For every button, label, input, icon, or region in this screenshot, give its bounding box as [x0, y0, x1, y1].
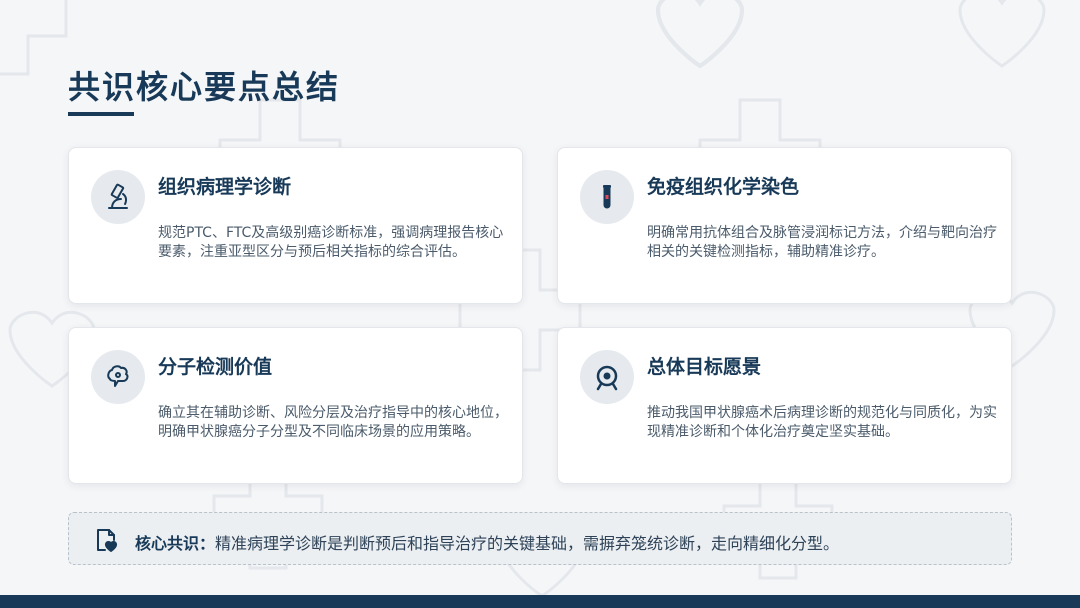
card-overall-goal: 总体目标愿景 推动我国甲状腺癌术后病理诊断的规范化与同质化，为实现精准诊断和个体…	[557, 327, 1012, 484]
microscope-icon	[91, 170, 145, 224]
card-title: 分子检测价值	[158, 356, 273, 378]
document-heart-icon	[93, 527, 119, 557]
card-pathology: 组织病理学诊断 规范PTC、FTC及高级别癌诊断标准，强调病理报告核心要素，注重…	[68, 147, 523, 304]
card-molecular-testing: 分子检测价值 确立其在辅助诊断、风险分层及治疗指导中的核心地位，明确甲状腺癌分子…	[68, 327, 523, 484]
card-title: 免疫组织化学染色	[647, 176, 800, 198]
test-tube-icon	[580, 170, 634, 224]
card-title: 总体目标愿景	[647, 356, 762, 378]
card-description: 明确常用抗体组合及脉管浸润标记方法，介绍与靶向治疗相关的关键检测指标，辅助精准诊…	[647, 225, 997, 260]
card-description: 规范PTC、FTC及高级别癌诊断标准，强调病理报告核心要素，注重亚型区分与预后相…	[158, 225, 504, 260]
summary-label: 核心共识：	[135, 534, 216, 553]
card-title: 组织病理学诊断	[158, 176, 292, 198]
brain-icon	[91, 350, 145, 404]
core-consensus-box: 核心共识：精准病理学诊断是判断预后和指导治疗的关键基础，需摒弃笼统诊断，走向精细…	[68, 512, 1012, 565]
card-description: 推动我国甲状腺癌术后病理诊断的规范化与同质化，为实现精准诊断和个体化治疗奠定坚实…	[647, 405, 997, 440]
card-description: 确立其在辅助诊断、风险分层及治疗指导中的核心地位，明确甲状腺癌分子分型及不同临床…	[158, 405, 508, 440]
footer-bar	[0, 595, 1080, 608]
title-underline	[68, 112, 134, 116]
page-title: 共识核心要点总结	[68, 68, 341, 106]
card-immunohistochemistry: 免疫组织化学染色 明确常用抗体组合及脉管浸润标记方法，介绍与靶向治疗相关的关键检…	[557, 147, 1012, 304]
summary-text: 核心共识：精准病理学诊断是判断预后和指导治疗的关键基础，需摒弃笼统诊断，走向精细…	[135, 530, 839, 554]
target-icon	[580, 350, 634, 404]
summary-body: 精准病理学诊断是判断预后和指导治疗的关键基础，需摒弃笼统诊断，走向精细化分型。	[215, 534, 840, 553]
